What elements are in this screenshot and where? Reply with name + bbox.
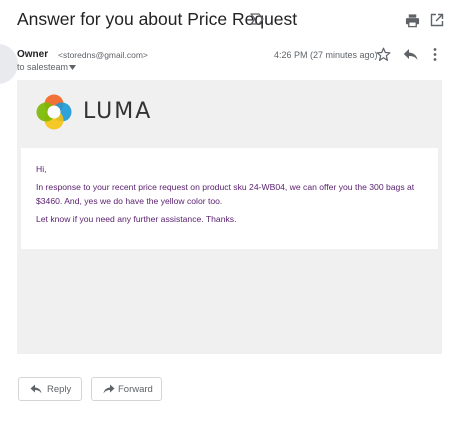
reply-button-label: Reply xyxy=(47,384,72,395)
message-closing: Let know if you need any further assista… xyxy=(36,214,237,224)
label-icon[interactable] xyxy=(250,13,264,25)
print-icon[interactable] xyxy=(405,13,420,28)
forward-button[interactable]: Forward xyxy=(91,377,162,401)
luma-logo xyxy=(36,94,72,130)
popout-icon[interactable] xyxy=(430,13,444,27)
recipient-details[interactable]: to salesteam xyxy=(17,62,68,72)
reply-button[interactable]: Reply xyxy=(18,377,82,401)
avatar xyxy=(0,44,18,84)
forward-arrow-icon xyxy=(103,384,115,394)
message-card: Hi, In response to your recent price req… xyxy=(21,148,438,249)
star-icon[interactable] xyxy=(376,47,391,62)
sender-name: Owner xyxy=(17,49,49,60)
email-body: LUMA Hi, In response to your recent pric… xyxy=(17,80,442,354)
message-greeting: Hi, xyxy=(36,164,47,174)
forward-button-label: Forward xyxy=(118,384,153,395)
message-paragraph: In response to your recent price request… xyxy=(36,182,415,206)
chevron-down-icon[interactable] xyxy=(69,65,76,70)
brand-name: LUMA xyxy=(83,99,153,124)
timestamp: 4:26 PM (27 minutes ago) xyxy=(274,50,378,60)
subject-row: Answer for you about Price Request xyxy=(0,0,474,40)
reply-arrow-icon xyxy=(30,384,42,394)
more-vert-icon[interactable] xyxy=(432,47,438,62)
reply-icon[interactable] xyxy=(403,48,418,61)
sender-email: <storedns@gmail.com> xyxy=(58,50,148,60)
